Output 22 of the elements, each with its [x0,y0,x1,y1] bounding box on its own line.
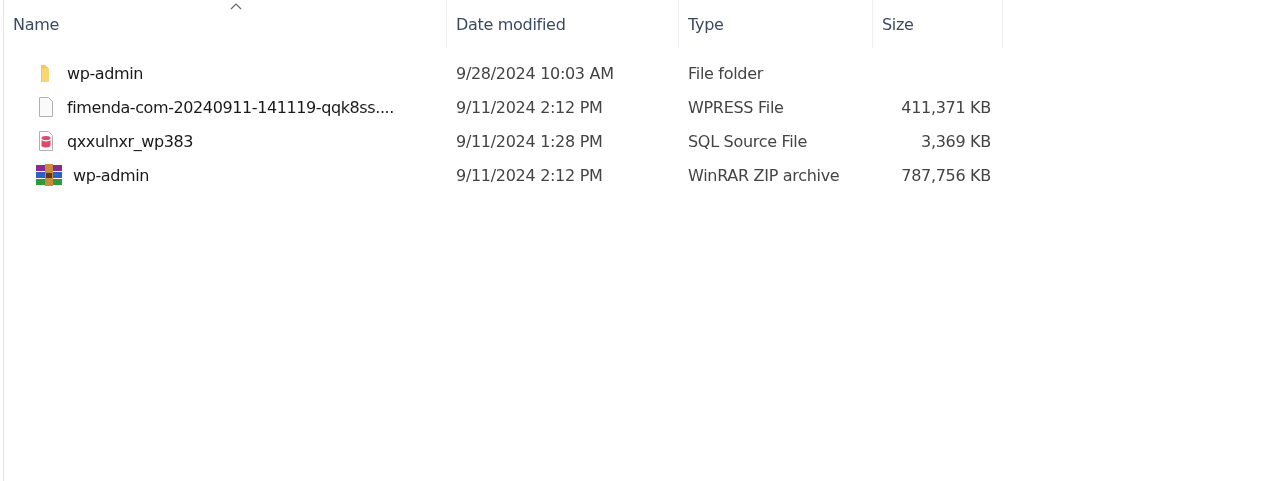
file-size: 787,756 KB [900,165,992,185]
column-header[interactable]: Type [679,0,873,48]
date-modified: 9/28/2024 10:03 AM [455,63,615,83]
file-type: SQL Source File [687,131,809,151]
file-name[interactable]: wp-admin [67,63,143,83]
date-modified: 9/11/2024 1:28 PM [455,131,604,151]
column-header[interactable]: Name [4,0,447,48]
file-name[interactable]: fimenda-com-20240911-141119-qqk8ss.... [67,97,394,117]
file-name[interactable]: wp-admin [73,165,149,185]
file-type: WinRAR ZIP archive [687,165,841,185]
database-icon [36,130,56,152]
file-type: File folder [687,63,765,83]
document-icon [36,96,56,118]
file-size: 411,371 KB [900,97,992,117]
date-modified: 9/11/2024 2:12 PM [455,97,604,117]
file-size: 3,369 KB [920,131,992,151]
column-header[interactable]: Size [873,0,1003,48]
archive-icon [36,164,62,186]
date-modified: 9/11/2024 2:12 PM [455,165,604,185]
column-header[interactable]: Date modified [447,0,679,48]
file-name[interactable]: qxxulnxr_wp383 [67,131,194,151]
file-type: WPRESS File [687,97,785,117]
